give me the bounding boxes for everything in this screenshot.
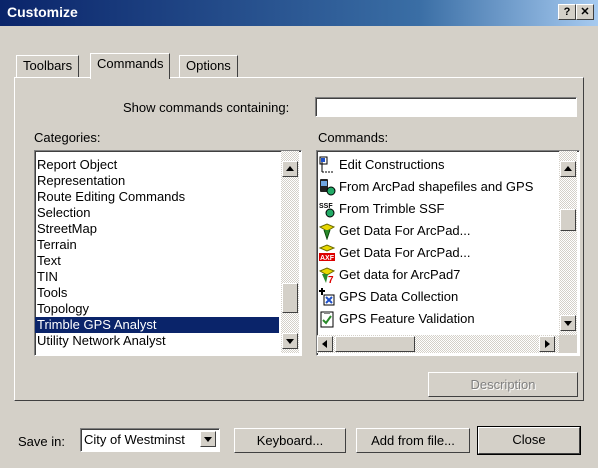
category-item[interactable]: Report Object — [35, 157, 279, 173]
seven-icon-text: 7 — [328, 275, 334, 284]
keyboard-button[interactable]: Keyboard... — [234, 428, 346, 453]
commands-vscrollbar[interactable] — [559, 151, 577, 335]
scroll-left-button[interactable] — [317, 336, 333, 352]
categories-list: Report Object Representation Route Editi… — [35, 157, 279, 353]
category-item[interactable]: StreetMap — [35, 221, 279, 237]
command-item[interactable]: 7 Get data for ArcPad7 — [317, 264, 557, 286]
tab-options[interactable]: Options — [179, 55, 238, 78]
scroll-right-button[interactable] — [539, 336, 555, 352]
chevron-down-icon — [204, 437, 212, 442]
arcpad-axf-icon: AXF — [318, 244, 336, 262]
edit-constructions-icon — [318, 156, 336, 174]
scroll-down-button[interactable] — [560, 315, 576, 331]
chevron-down-icon — [564, 321, 572, 326]
command-label: GPS Data Collection — [339, 289, 459, 304]
scroll-corner — [559, 335, 577, 353]
gps-feature-validation-icon — [318, 310, 336, 328]
command-label: Get Data For ArcPad... — [339, 245, 471, 260]
scroll-thumb[interactable] — [282, 283, 298, 313]
help-button[interactable]: ? — [558, 4, 576, 20]
description-button[interactable]: Description — [428, 372, 578, 397]
chevron-down-icon — [286, 339, 294, 344]
command-item[interactable]: Edit Constructions — [317, 154, 557, 176]
close-window-button[interactable]: ✕ — [576, 4, 594, 20]
command-label: Get Data For ArcPad... — [339, 223, 471, 238]
scroll-up-button[interactable] — [282, 161, 298, 177]
category-item[interactable]: Tools — [35, 285, 279, 301]
categories-scrollbar[interactable] — [281, 151, 299, 353]
command-label: From Trimble SSF — [339, 201, 445, 216]
scroll-thumb[interactable] — [335, 336, 415, 352]
command-item[interactable]: GPS Data Collection — [317, 286, 557, 308]
command-label: Get data for ArcPad7 — [339, 267, 461, 282]
search-input[interactable] — [315, 97, 577, 117]
category-item[interactable]: Route Editing Commands — [35, 189, 279, 205]
trimble-ssf-icon: SSF — [318, 200, 336, 218]
save-in-dropdown[interactable]: City of Westminst — [80, 428, 220, 452]
commands-label: Commands: — [318, 130, 389, 145]
chevron-up-icon — [564, 166, 572, 171]
arcpad-get-data-icon — [318, 222, 336, 241]
save-in-value: City of Westminst — [84, 432, 185, 447]
command-item[interactable]: Get Data For ArcPad... — [317, 220, 557, 242]
arcpad7-icon: 7 — [318, 266, 336, 286]
category-item-selected[interactable]: Trimble GPS Analyst — [35, 317, 279, 333]
close-button[interactable]: Close — [477, 426, 581, 455]
gps-data-collection-icon — [318, 288, 336, 306]
commands-list: Edit Constructions From ArcPad shapefile… — [317, 154, 557, 334]
category-item[interactable]: Text — [35, 253, 279, 269]
tab-toolbars[interactable]: Toolbars — [16, 55, 80, 78]
axf-icon-text: AXF — [320, 255, 335, 262]
command-label: GPS Feature Validation — [339, 311, 475, 326]
category-item[interactable]: Utility Network Analyst — [35, 333, 279, 349]
commands-listbox[interactable]: Edit Constructions From ArcPad shapefile… — [316, 150, 580, 356]
command-label: From ArcPad shapefiles and GPS — [339, 179, 534, 194]
arcpad-shapefile-icon — [318, 178, 336, 196]
command-item[interactable]: SSF From Trimble SSF — [317, 198, 557, 220]
window-title: Customize — [7, 4, 78, 20]
category-item[interactable]: Selection — [35, 205, 279, 221]
save-in-label: Save in: — [18, 434, 65, 449]
title-bar: Customize ? ✕ — [0, 0, 598, 26]
command-item[interactable]: GPS Feature Validation — [317, 308, 557, 330]
tab-commands[interactable]: Commands — [90, 53, 171, 79]
scroll-down-button[interactable] — [282, 333, 298, 349]
scroll-thumb[interactable] — [560, 209, 576, 231]
categories-label: Categories: — [34, 130, 101, 145]
chevron-left-icon — [322, 340, 327, 348]
category-item[interactable]: Topology — [35, 301, 279, 317]
category-item[interactable]: Terrain — [35, 237, 279, 253]
command-label: Edit Constructions — [339, 157, 445, 172]
command-item[interactable]: AXF Get Data For ArcPad... — [317, 242, 557, 264]
chevron-up-icon — [286, 166, 294, 171]
commands-hscrollbar[interactable] — [317, 335, 559, 353]
chevron-right-icon — [545, 340, 550, 348]
category-item[interactable]: Representation — [35, 173, 279, 189]
categories-listbox[interactable]: Report Object Representation Route Editi… — [34, 150, 302, 356]
search-label: Show commands containing: — [123, 100, 290, 115]
command-item[interactable]: From ArcPad shapefiles and GPS — [317, 176, 557, 198]
category-item[interactable]: TIN — [35, 269, 279, 285]
scroll-up-button[interactable] — [560, 161, 576, 177]
add-from-file-button[interactable]: Add from file... — [356, 428, 470, 453]
dropdown-button[interactable] — [200, 431, 216, 447]
